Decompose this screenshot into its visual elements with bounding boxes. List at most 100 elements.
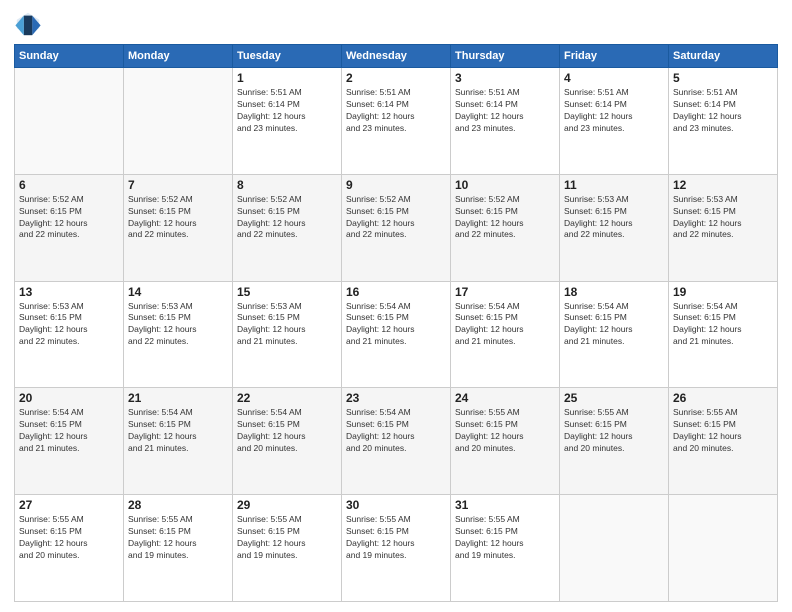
day-number: 8 (237, 178, 337, 192)
calendar-cell: 14 Sunrise: 5:53 AMSunset: 6:15 PMDayligh… (124, 281, 233, 388)
day-info: Sunrise: 5:52 AMSunset: 6:15 PMDaylight:… (128, 194, 228, 242)
day-info: Sunrise: 5:51 AMSunset: 6:14 PMDaylight:… (237, 87, 337, 135)
calendar-cell: 25 Sunrise: 5:55 AMSunset: 6:15 PMDayligh… (560, 388, 669, 495)
calendar-cell (15, 68, 124, 175)
day-info: Sunrise: 5:55 AMSunset: 6:15 PMDaylight:… (346, 514, 446, 562)
day-number: 2 (346, 71, 446, 85)
day-number: 26 (673, 391, 773, 405)
logo-icon (14, 10, 42, 38)
day-number: 25 (564, 391, 664, 405)
day-info: Sunrise: 5:53 AMSunset: 6:15 PMDaylight:… (128, 301, 228, 349)
calendar-cell: 12 Sunrise: 5:53 AMSunset: 6:15 PMDayligh… (669, 174, 778, 281)
day-info: Sunrise: 5:54 AMSunset: 6:15 PMDaylight:… (673, 301, 773, 349)
weekday-header-tuesday: Tuesday (233, 45, 342, 68)
calendar-cell: 22 Sunrise: 5:54 AMSunset: 6:15 PMDayligh… (233, 388, 342, 495)
day-info: Sunrise: 5:51 AMSunset: 6:14 PMDaylight:… (346, 87, 446, 135)
calendar-cell: 1 Sunrise: 5:51 AMSunset: 6:14 PMDaylight… (233, 68, 342, 175)
day-info: Sunrise: 5:55 AMSunset: 6:15 PMDaylight:… (19, 514, 119, 562)
weekday-header-sunday: Sunday (15, 45, 124, 68)
day-number: 3 (455, 71, 555, 85)
calendar-cell: 20 Sunrise: 5:54 AMSunset: 6:15 PMDayligh… (15, 388, 124, 495)
day-number: 5 (673, 71, 773, 85)
calendar-cell: 16 Sunrise: 5:54 AMSunset: 6:15 PMDayligh… (342, 281, 451, 388)
calendar-cell: 26 Sunrise: 5:55 AMSunset: 6:15 PMDayligh… (669, 388, 778, 495)
calendar-cell: 7 Sunrise: 5:52 AMSunset: 6:15 PMDaylight… (124, 174, 233, 281)
day-info: Sunrise: 5:51 AMSunset: 6:14 PMDaylight:… (455, 87, 555, 135)
day-number: 31 (455, 498, 555, 512)
weekday-header-wednesday: Wednesday (342, 45, 451, 68)
header (14, 10, 778, 38)
day-number: 15 (237, 285, 337, 299)
calendar-cell: 27 Sunrise: 5:55 AMSunset: 6:15 PMDayligh… (15, 495, 124, 602)
day-info: Sunrise: 5:55 AMSunset: 6:15 PMDaylight:… (455, 514, 555, 562)
calendar-cell: 11 Sunrise: 5:53 AMSunset: 6:15 PMDayligh… (560, 174, 669, 281)
calendar-cell: 8 Sunrise: 5:52 AMSunset: 6:15 PMDaylight… (233, 174, 342, 281)
day-info: Sunrise: 5:55 AMSunset: 6:15 PMDaylight:… (128, 514, 228, 562)
day-number: 19 (673, 285, 773, 299)
calendar-cell: 5 Sunrise: 5:51 AMSunset: 6:14 PMDaylight… (669, 68, 778, 175)
day-info: Sunrise: 5:52 AMSunset: 6:15 PMDaylight:… (455, 194, 555, 242)
day-info: Sunrise: 5:55 AMSunset: 6:15 PMDaylight:… (673, 407, 773, 455)
calendar-cell: 17Sunrise: 5:54 AMSunset: 6:15 PMDayligh… (451, 281, 560, 388)
calendar-cell (124, 68, 233, 175)
day-number: 18 (564, 285, 664, 299)
calendar-cell: 29 Sunrise: 5:55 AMSunset: 6:15 PMDayligh… (233, 495, 342, 602)
calendar-cell: 24 Sunrise: 5:55 AMSunset: 6:15 PMDayligh… (451, 388, 560, 495)
day-number: 30 (346, 498, 446, 512)
day-number: 21 (128, 391, 228, 405)
day-number: 20 (19, 391, 119, 405)
day-info: Sunrise: 5:52 AMSunset: 6:15 PMDaylight:… (346, 194, 446, 242)
day-number: 6 (19, 178, 119, 192)
day-number: 7 (128, 178, 228, 192)
day-number: 4 (564, 71, 664, 85)
day-number: 14 (128, 285, 228, 299)
day-info: Sunrise: 5:55 AMSunset: 6:15 PMDaylight:… (237, 514, 337, 562)
day-info: Sunrise: 5:52 AMSunset: 6:15 PMDaylight:… (19, 194, 119, 242)
day-info: Sunrise: 5:52 AMSunset: 6:15 PMDaylight:… (237, 194, 337, 242)
day-info: Sunrise: 5:53 AMSunset: 6:15 PMDaylight:… (19, 301, 119, 349)
calendar-cell: 19 Sunrise: 5:54 AMSunset: 6:15 PMDayligh… (669, 281, 778, 388)
day-info: Sunrise: 5:53 AMSunset: 6:15 PMDaylight:… (673, 194, 773, 242)
day-info: Sunrise: 5:55 AMSunset: 6:15 PMDaylight:… (455, 407, 555, 455)
day-info: Sunrise: 5:51 AMSunset: 6:14 PMDaylight:… (564, 87, 664, 135)
calendar-cell: 21 Sunrise: 5:54 AMSunset: 6:15 PMDayligh… (124, 388, 233, 495)
calendar-cell: 6 Sunrise: 5:52 AMSunset: 6:15 PMDaylight… (15, 174, 124, 281)
logo (14, 10, 46, 38)
day-info: Sunrise: 5:55 AMSunset: 6:15 PMDaylight:… (564, 407, 664, 455)
day-number: 24 (455, 391, 555, 405)
day-number: 29 (237, 498, 337, 512)
day-info: Sunrise: 5:54 AMSunset: 6:15 PMDaylight:… (346, 407, 446, 455)
day-number: 16 (346, 285, 446, 299)
weekday-header-thursday: Thursday (451, 45, 560, 68)
calendar-cell: 31 Sunrise: 5:55 AMSunset: 6:15 PMDayligh… (451, 495, 560, 602)
day-number: 17 (455, 285, 555, 299)
day-info: Sunrise: 5:51 AMSunset: 6:14 PMDaylight:… (673, 87, 773, 135)
weekday-header-friday: Friday (560, 45, 669, 68)
day-number: 13 (19, 285, 119, 299)
calendar-cell: 15 Sunrise: 5:53 AMSunset: 6:15 PMDayligh… (233, 281, 342, 388)
day-number: 23 (346, 391, 446, 405)
calendar-cell: 13 Sunrise: 5:53 AMSunset: 6:15 PMDayligh… (15, 281, 124, 388)
day-info: Sunrise: 5:53 AMSunset: 6:15 PMDaylight:… (564, 194, 664, 242)
day-number: 12 (673, 178, 773, 192)
day-number: 1 (237, 71, 337, 85)
calendar-cell (669, 495, 778, 602)
day-info: Sunrise: 5:54 AMSunset: 6:15 PMDaylight:… (346, 301, 446, 349)
day-info: Sunrise: 5:54 AMSunset: 6:15 PMDaylight:… (19, 407, 119, 455)
day-number: 22 (237, 391, 337, 405)
day-number: 28 (128, 498, 228, 512)
weekday-header-monday: Monday (124, 45, 233, 68)
page: SundayMondayTuesdayWednesdayThursdayFrid… (0, 0, 792, 612)
calendar-cell: 18 Sunrise: 5:54 AMSunset: 6:15 PMDayligh… (560, 281, 669, 388)
calendar-cell: 10 Sunrise: 5:52 AMSunset: 6:15 PMDayligh… (451, 174, 560, 281)
day-number: 27 (19, 498, 119, 512)
day-info: Sunrise: 5:54 AMSunset: 6:15 PMDaylight:… (564, 301, 664, 349)
day-number: 11 (564, 178, 664, 192)
day-info: Sunrise: 5:54 AMSunset: 6:15 PMDaylight:… (237, 407, 337, 455)
day-info: Sunrise: 5:54 AMSunset: 6:15 PMDaylight:… (128, 407, 228, 455)
day-number: 10 (455, 178, 555, 192)
calendar-cell: 9Sunrise: 5:52 AMSunset: 6:15 PMDaylight… (342, 174, 451, 281)
calendar-cell: 3 Sunrise: 5:51 AMSunset: 6:14 PMDaylight… (451, 68, 560, 175)
day-info: Sunrise: 5:53 AMSunset: 6:15 PMDaylight:… (237, 301, 337, 349)
calendar-cell: 28 Sunrise: 5:55 AMSunset: 6:15 PMDayligh… (124, 495, 233, 602)
